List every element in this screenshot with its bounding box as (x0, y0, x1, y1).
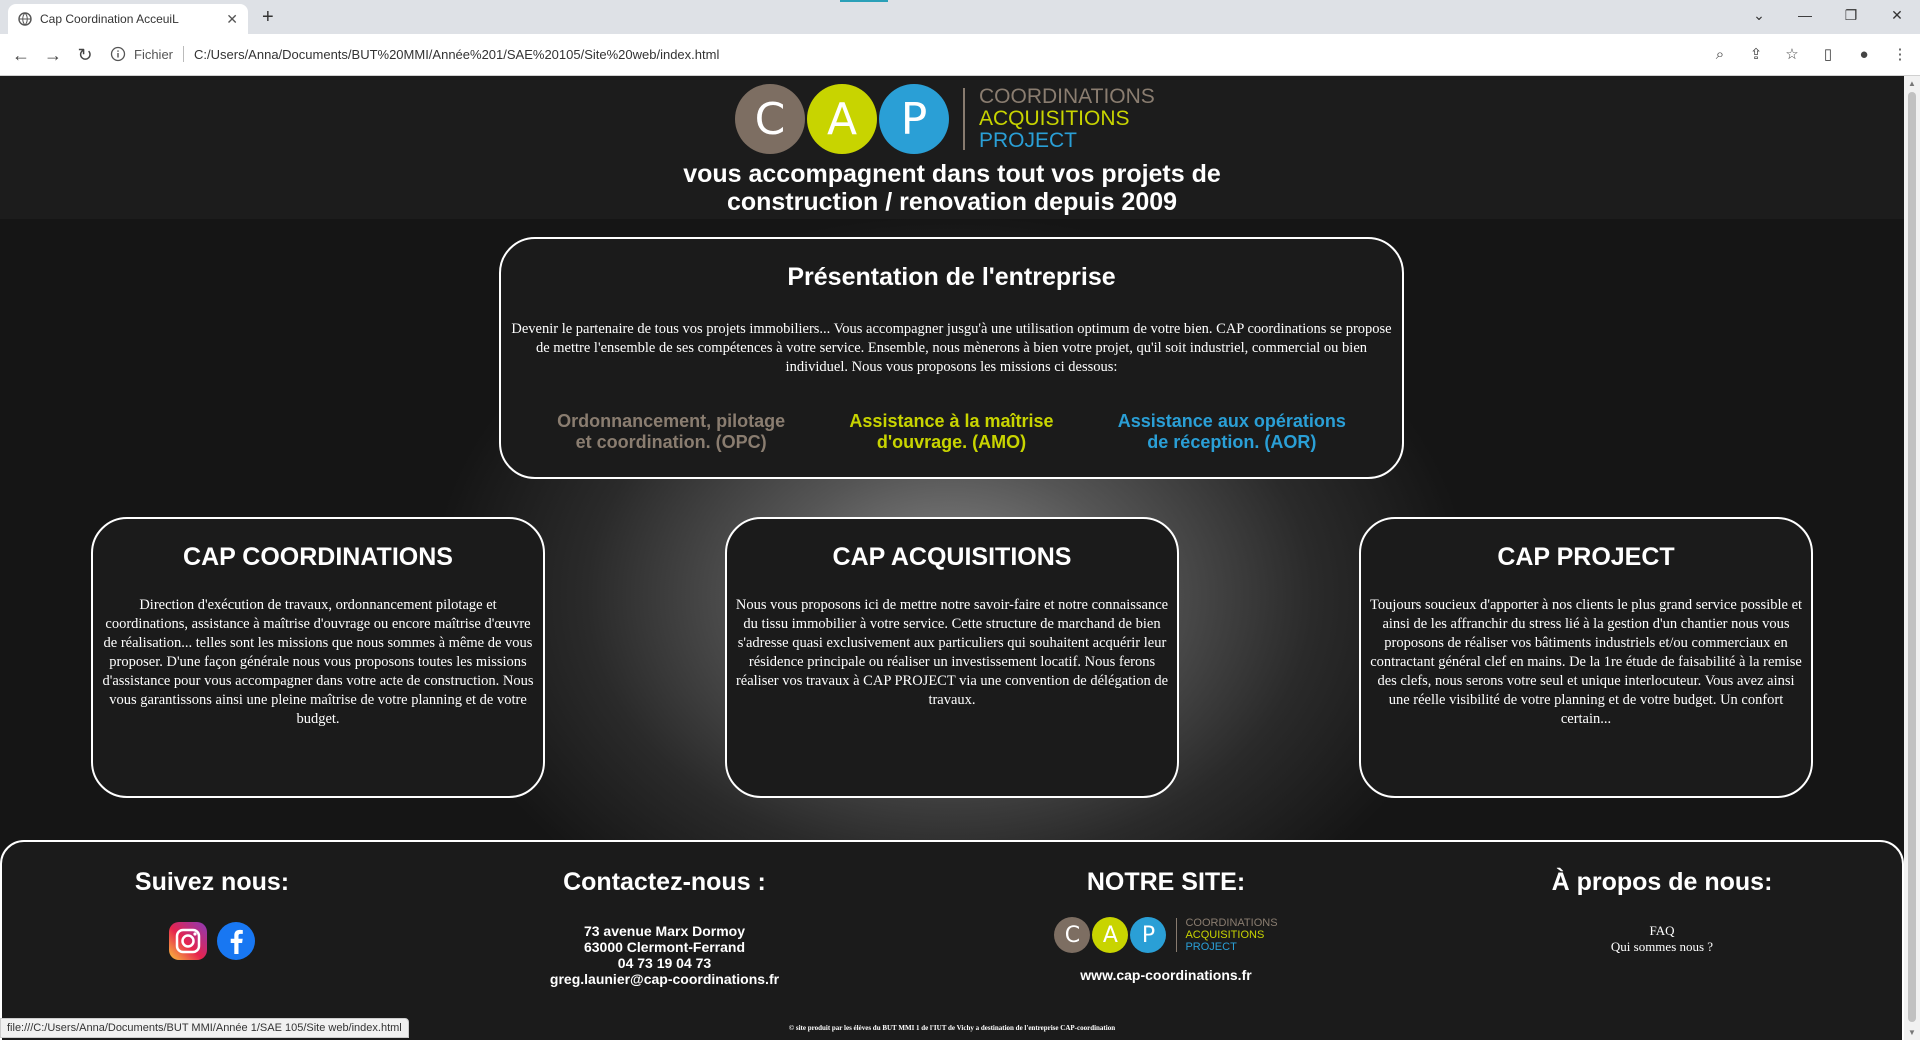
social-links (92, 921, 332, 961)
footer-logo-word-acquisitions: ACQUISITIONS (1185, 929, 1265, 941)
mission-opc[interactable]: Ordonnancement, pilotage et coordination… (551, 411, 791, 453)
logo-wordmark: COORDINATIONS ACQUISITIONS PROJECT (979, 86, 1155, 152)
footer-cap-logo[interactable]: C A P COORDINATIONS ACQUISITIONS PROJECT (1026, 917, 1306, 953)
toolbar-icons: ⌕ ⇪ ☆ ▯ ● ⋮ (1710, 44, 1910, 64)
presentation-text: Devenir le partenaire de tous vos projet… (511, 321, 1392, 375)
footer-site: NOTRE SITE: C A P COORDINATIONS ACQUISIT… (1026, 868, 1306, 983)
menu-kebab-icon[interactable]: ⋮ (1890, 44, 1910, 64)
bookmark-star-icon[interactable]: ☆ (1782, 44, 1802, 64)
who-are-we-link[interactable]: Qui sommes nous ? (1532, 939, 1792, 955)
tab-close-icon[interactable]: ✕ (226, 11, 238, 28)
card-text: Direction d'exécution de travaux, ordonn… (102, 597, 534, 727)
cap-logo[interactable]: C A P COORDINATIONS ACQUISITIONS PROJECT (735, 84, 1155, 154)
contact-city: 63000 Clermont-Ferrand (583, 939, 746, 955)
contact-title: Contactez-nous : (563, 868, 766, 896)
footer-logo-divider (1176, 918, 1178, 952)
faq-link[interactable]: FAQ (1532, 923, 1792, 939)
forward-arrow-icon[interactable]: → (40, 42, 66, 68)
mission-aor[interactable]: Assistance aux opérations de réception. … (1112, 411, 1352, 453)
contact-phone[interactable]: 04 73 19 04 73 (522, 955, 807, 971)
page-viewport: C A P COORDINATIONS ACQUISITIONS PROJECT… (0, 76, 1904, 1040)
page-scrollbar[interactable]: ▲ ▼ (1904, 76, 1920, 1040)
card-title: CAP ACQUISITIONS (832, 543, 1072, 571)
card-cap-coordinations: CAP COORDINATIONS Direction d'exécution … (91, 517, 545, 798)
footer-logo-word-project: PROJECT (1185, 941, 1237, 953)
info-icon[interactable] (110, 46, 126, 62)
presentation-card: Présentation de l'entreprise Devenir le … (499, 237, 1404, 479)
logo-word-acquisitions: ACQUISITIONS (979, 107, 1130, 130)
footer-logo-wordmark: COORDINATIONS ACQUISITIONS PROJECT (1185, 917, 1277, 953)
card-text: Nous vous proposons ici de mettre notre … (735, 597, 1169, 708)
card-title: CAP PROJECT (1497, 543, 1675, 571)
logo-circle-a: A (807, 84, 877, 154)
footer-logo-circle-a: A (1092, 917, 1129, 953)
mission-amo[interactable]: Assistance à la maîtrise d'ouvrage. (AMO… (831, 411, 1071, 453)
instagram-icon[interactable] (168, 921, 208, 961)
url-field[interactable]: Fichier C:/Users/Anna/Documents/BUT%20MM… (110, 39, 1780, 69)
card-cap-acquisitions: CAP ACQUISITIONS Nous vous proposons ici… (725, 517, 1179, 798)
browser-tab[interactable]: Cap Coordination AcceuiL ✕ (8, 4, 248, 34)
about-title: À propos de nous: (1551, 868, 1773, 896)
facebook-icon[interactable] (216, 921, 256, 961)
logo-word-coordinations: COORDINATIONS (979, 85, 1155, 108)
tab-list-chevron-icon[interactable]: ⌄ (1736, 0, 1782, 34)
profile-avatar-icon[interactable]: ● (1854, 44, 1874, 64)
tab-strip-accent (840, 0, 888, 2)
footer-logo-circle-c: C (1054, 917, 1091, 953)
new-tab-button[interactable]: + (262, 6, 274, 29)
card-text: Toujours soucieux d'apporter à nos clien… (1369, 597, 1803, 727)
browser-tab-bar: Cap Coordination AcceuiL ✕ + ⌄ — ❐ ✕ (0, 0, 1920, 34)
globe-icon (18, 12, 32, 26)
tagline-line-2: construction / renovation depuis 2009 (726, 188, 1178, 216)
tagline-line-1: vous accompagnent dans tout vos projets … (683, 160, 1221, 188)
reload-icon[interactable]: ↻ (72, 42, 98, 68)
missions-list: Ordonnancement, pilotage et coordination… (501, 411, 1402, 453)
tagline: vous accompagnent dans tout vos projets … (0, 160, 1904, 216)
address-bar: ← → ↻ Fichier C:/Users/Anna/Documents/BU… (0, 34, 1920, 76)
tab-title: Cap Coordination AcceuiL (40, 12, 179, 26)
site-header: C A P COORDINATIONS ACQUISITIONS PROJECT… (0, 76, 1904, 219)
contact-address: 73 avenue Marx Dormoy (583, 923, 746, 939)
scroll-down-arrow-icon[interactable]: ▼ (1908, 1028, 1916, 1037)
site-footer: Suivez nous: Contactez-nous : 73 avenue … (0, 840, 1904, 1040)
scroll-up-arrow-icon[interactable]: ▲ (1908, 79, 1916, 88)
contact-email[interactable]: greg.launier@cap-coordinations.fr (522, 971, 807, 987)
footer-about: À propos de nous: FAQ Qui sommes nous ? (1532, 868, 1792, 955)
link-status-bubble: file:///C:/Users/Anna/Documents/BUT MMI/… (0, 1018, 409, 1038)
url-text[interactable]: C:/Users/Anna/Documents/BUT%20MMI/Année%… (194, 47, 719, 62)
window-controls: ⌄ — ❐ ✕ (1736, 0, 1920, 34)
close-window-button[interactable]: ✕ (1874, 0, 1920, 34)
card-cap-project: CAP PROJECT Toujours soucieux d'apporter… (1359, 517, 1813, 798)
footer-logo-circle-p: P (1130, 917, 1167, 953)
footer-follow: Suivez nous: (92, 868, 332, 961)
logo-divider (963, 88, 965, 150)
side-panel-icon[interactable]: ▯ (1818, 44, 1838, 64)
site-url-link[interactable]: www.cap-coordinations.fr (1026, 967, 1306, 983)
logo-circle-c: C (735, 84, 805, 154)
follow-title: Suivez nous: (134, 868, 290, 896)
about-links: FAQ Qui sommes nous ? (1532, 923, 1792, 955)
site-title: NOTRE SITE: (1086, 868, 1246, 896)
url-divider (183, 46, 185, 62)
footer-logo-word-coordinations: COORDINATIONS (1185, 917, 1278, 929)
back-arrow-icon[interactable]: ← (8, 42, 34, 68)
zoom-icon[interactable]: ⌕ (1710, 44, 1730, 64)
minimize-button[interactable]: — (1782, 0, 1828, 34)
presentation-title: Présentation de l'entreprise (787, 263, 1116, 291)
restore-button[interactable]: ❐ (1828, 0, 1874, 34)
url-scheme-label: Fichier (134, 46, 174, 62)
scrollbar-thumb[interactable] (1908, 92, 1916, 1022)
footer-contact: Contactez-nous : 73 avenue Marx Dormoy 6… (522, 868, 807, 987)
logo-word-project: PROJECT (979, 129, 1078, 152)
contact-details: 73 avenue Marx Dormoy 63000 Clermont-Fer… (522, 923, 807, 987)
share-icon[interactable]: ⇪ (1746, 44, 1766, 64)
card-title: CAP COORDINATIONS (183, 543, 453, 571)
logo-circle-p: P (879, 84, 949, 154)
